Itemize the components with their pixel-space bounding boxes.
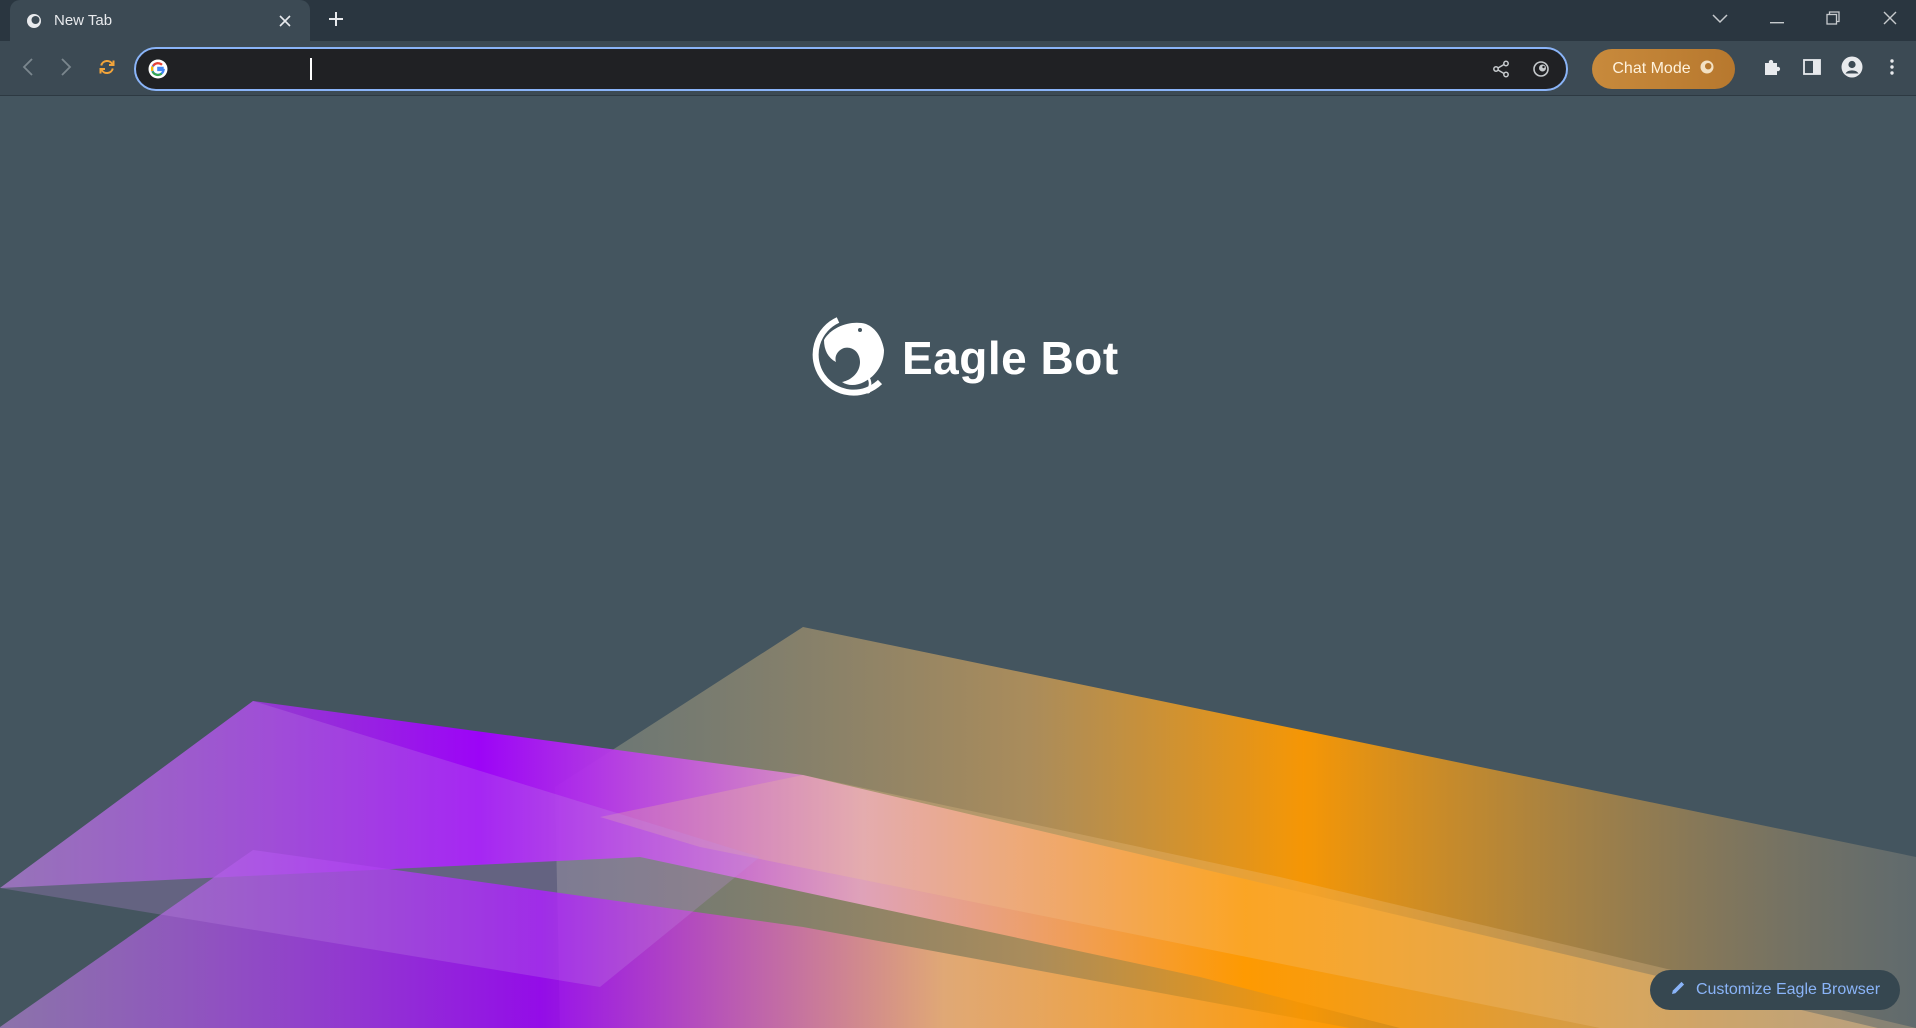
new-tab-page: Eagle Bot Customize Eagle Browser xyxy=(0,97,1916,1028)
plus-icon xyxy=(328,11,344,32)
customize-browser-button[interactable]: Customize Eagle Browser xyxy=(1650,970,1900,1010)
tab-title: New Tab xyxy=(54,12,113,29)
background-decoration xyxy=(0,627,1916,1028)
menu-button[interactable] xyxy=(1878,55,1906,83)
back-button[interactable] xyxy=(14,55,42,83)
tab-search-button[interactable] xyxy=(1692,0,1748,40)
kebab-menu-icon xyxy=(1889,58,1895,81)
eagle-favicon-icon xyxy=(26,13,42,29)
google-icon xyxy=(148,59,168,79)
puzzle-icon xyxy=(1762,57,1782,82)
eagle-icon xyxy=(1699,59,1715,80)
close-icon[interactable] xyxy=(274,10,296,32)
side-panel-icon xyxy=(1803,58,1821,80)
chat-mode-label: Chat Mode xyxy=(1612,60,1691,77)
close-window-button[interactable] xyxy=(1862,0,1916,40)
brand-name: Eagle Bot xyxy=(902,331,1119,384)
reload-icon xyxy=(98,58,116,81)
arrow-left-icon xyxy=(22,57,34,81)
eagle-logo-icon xyxy=(808,312,890,403)
arrow-right-icon xyxy=(60,57,72,81)
minimize-button[interactable] xyxy=(1749,0,1805,40)
side-panel-button[interactable] xyxy=(1798,55,1826,83)
text-caret xyxy=(310,58,312,80)
minimize-icon xyxy=(1770,11,1784,29)
reload-button[interactable] xyxy=(93,55,121,83)
extensions-button[interactable] xyxy=(1758,55,1786,83)
profile-button[interactable] xyxy=(1838,55,1866,83)
tab-strip: New Tab xyxy=(0,0,1916,41)
close-icon xyxy=(1883,11,1897,30)
avatar-icon xyxy=(1841,56,1863,83)
new-tab-button[interactable] xyxy=(322,8,350,34)
eagle-icon[interactable] xyxy=(1526,54,1556,84)
share-icon[interactable] xyxy=(1486,54,1516,84)
chevron-down-icon xyxy=(1712,11,1728,29)
customize-label: Customize Eagle Browser xyxy=(1695,981,1881,998)
tab-new-tab[interactable]: New Tab xyxy=(10,0,310,41)
chat-mode-button[interactable]: Chat Mode xyxy=(1592,49,1735,89)
toolbar: Chat Mode xyxy=(0,41,1916,96)
forward-button[interactable] xyxy=(52,55,80,83)
brand-logo: Eagle Bot xyxy=(808,312,1119,403)
pencil-icon xyxy=(1670,980,1686,1001)
restore-button[interactable] xyxy=(1805,0,1861,40)
address-bar[interactable] xyxy=(134,47,1568,91)
address-input[interactable] xyxy=(176,49,1486,89)
restore-icon xyxy=(1826,10,1840,30)
